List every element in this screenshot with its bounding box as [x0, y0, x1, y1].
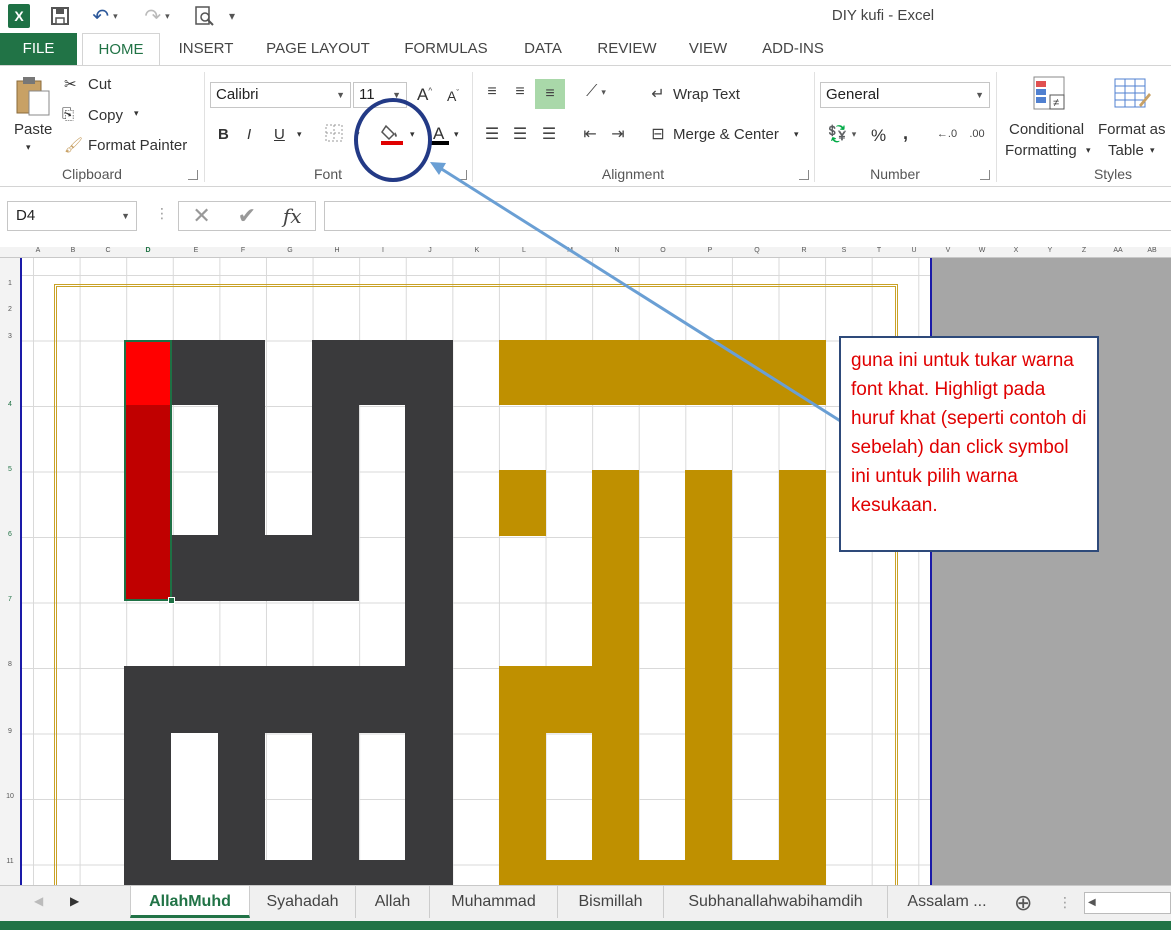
scroll-tabs-left-icon[interactable]: ◀	[34, 894, 43, 908]
sheet-tab-muhammad[interactable]: Muhammad	[430, 886, 558, 918]
sheet-tab-bar: ◀ ▶ AllahMuhd Syahadah Allah Muhammad Bi…	[0, 885, 1171, 921]
sheet-tab-assalam[interactable]: Assalam ...	[888, 886, 1006, 918]
sheet-tab-subhanallahwabihamdih[interactable]: Subhanallahwabihamdih	[664, 886, 888, 918]
tab-splitter-icon[interactable]: ⋮	[1058, 894, 1072, 911]
status-bar	[0, 921, 1171, 930]
sheet-tab-syahadah[interactable]: Syahadah	[250, 886, 356, 918]
scroll-tabs-right-icon[interactable]: ▶	[70, 894, 79, 908]
sheet-tab-allah[interactable]: Allah	[356, 886, 430, 918]
sheet-tab-allahmuhd[interactable]: AllahMuhd	[130, 886, 250, 918]
new-sheet-icon[interactable]: ⊕	[1014, 890, 1032, 916]
horizontal-scrollbar[interactable]: ◀	[1084, 892, 1171, 914]
instruction-callout: guna ini untuk tukar warna font khat. Hi…	[839, 336, 1099, 552]
sheet-tab-bismillah[interactable]: Bismillah	[558, 886, 664, 918]
